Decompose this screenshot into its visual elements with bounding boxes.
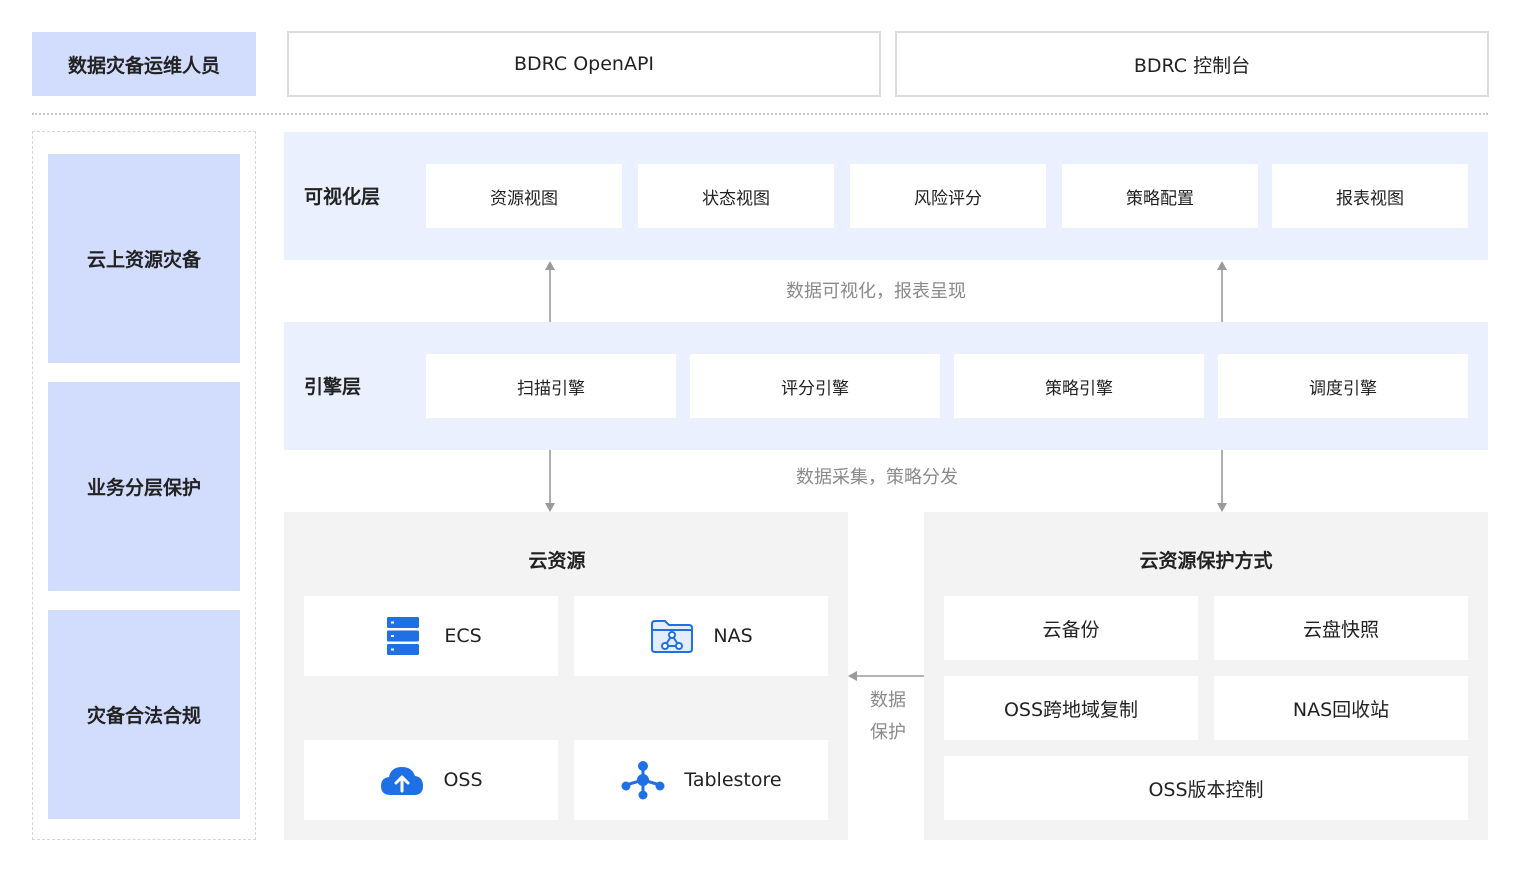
role-box: 数据灾备运维人员 bbox=[32, 32, 256, 96]
left-item-cloud-dr: 云上资源灾备 bbox=[48, 154, 240, 363]
protection-card-oss-versioning: OSS版本控制 bbox=[944, 756, 1468, 820]
folder-network-icon bbox=[649, 613, 695, 659]
chip-scan-engine: 扫描引擎 bbox=[426, 354, 676, 418]
console-box: BDRC 控制台 bbox=[895, 31, 1489, 97]
header-divider bbox=[32, 113, 1488, 115]
cloud-resources-title: 云资源 bbox=[528, 549, 586, 572]
chip-label: 调度引擎 bbox=[1309, 378, 1377, 399]
chip-label: 报表视图 bbox=[1336, 188, 1404, 209]
chip-status-view: 状态视图 bbox=[638, 164, 834, 228]
openapi-label: BDRC OpenAPI bbox=[513, 53, 655, 75]
resource-card-ecs: ECS bbox=[304, 596, 558, 676]
chip-schedule-engine: 调度引擎 bbox=[1218, 354, 1468, 418]
chip-label: 资源视图 bbox=[490, 188, 558, 209]
resource-card-tablestore: Tablestore bbox=[574, 740, 828, 820]
chip-risk-score: 风险评分 bbox=[850, 164, 1046, 228]
arrow-down-right-head bbox=[1217, 503, 1227, 512]
resource-label: NAS bbox=[713, 625, 753, 647]
left-item-compliance: 灾备合法合规 bbox=[48, 610, 240, 819]
protection-card-oss-crr: OSS跨地域复制 bbox=[944, 676, 1198, 740]
resource-card-nas: NAS bbox=[574, 596, 828, 676]
node-graph-icon bbox=[620, 757, 666, 803]
protection-label: NAS回收站 bbox=[1292, 698, 1390, 721]
arrow-protect-head bbox=[848, 671, 857, 681]
resource-label: ECS bbox=[444, 625, 482, 647]
resource-label: Tablestore bbox=[684, 769, 782, 791]
server-stack-icon bbox=[380, 613, 426, 659]
chip-policy-config: 策略配置 bbox=[1062, 164, 1258, 228]
arrow-up-left-head bbox=[545, 261, 555, 270]
openapi-box: BDRC OpenAPI bbox=[287, 31, 881, 97]
chip-label: 扫描引擎 bbox=[517, 378, 585, 399]
arrow-down-left-head bbox=[545, 503, 555, 512]
protection-card-disk-snapshot: 云盘快照 bbox=[1214, 596, 1468, 660]
resource-label: OSS bbox=[443, 769, 483, 791]
arrow-up-right-head bbox=[1217, 261, 1227, 270]
chip-label: 策略引擎 bbox=[1045, 378, 1113, 399]
protection-title: 云资源保护方式 bbox=[1139, 549, 1273, 572]
protection-card-nas-recycle: NAS回收站 bbox=[1214, 676, 1468, 740]
left-item-label: 业务分层保护 bbox=[86, 477, 201, 499]
chip-score-engine: 评分引擎 bbox=[690, 354, 940, 418]
left-item-label: 云上资源灾备 bbox=[86, 249, 201, 271]
chip-label: 评分引擎 bbox=[781, 378, 849, 399]
chip-policy-engine: 策略引擎 bbox=[954, 354, 1204, 418]
cloud-upload-icon bbox=[379, 757, 425, 803]
resource-card-oss: OSS bbox=[304, 740, 558, 820]
left-item-label: 灾备合法合规 bbox=[86, 705, 201, 727]
chip-label: 策略配置 bbox=[1126, 188, 1194, 209]
chip-label: 状态视图 bbox=[702, 188, 770, 209]
protection-label: 云盘快照 bbox=[1302, 618, 1379, 641]
caption-data-protection-line2: 保护 bbox=[870, 722, 906, 743]
left-item-tiered-protection: 业务分层保护 bbox=[48, 382, 240, 591]
chip-label: 风险评分 bbox=[914, 188, 982, 209]
visualization-layer-title: 可视化层 bbox=[304, 186, 381, 208]
engine-layer-title: 引擎层 bbox=[304, 376, 362, 398]
console-label: BDRC 控制台 bbox=[1133, 54, 1251, 77]
caption-collection: 数据采集，策略分发 bbox=[796, 467, 958, 488]
protection-label: 云备份 bbox=[1042, 618, 1100, 641]
role-label: 数据灾备运维人员 bbox=[67, 54, 220, 77]
caption-data-protection-line1: 数据 bbox=[870, 690, 906, 711]
chip-resource-view: 资源视图 bbox=[426, 164, 622, 228]
protection-label: OSS跨地域复制 bbox=[1003, 698, 1139, 721]
caption-visualization: 数据可视化，报表呈现 bbox=[786, 281, 966, 302]
protection-card-cloud-backup: 云备份 bbox=[944, 596, 1198, 660]
chip-report-view: 报表视图 bbox=[1272, 164, 1468, 228]
protection-label: OSS版本控制 bbox=[1148, 778, 1264, 801]
